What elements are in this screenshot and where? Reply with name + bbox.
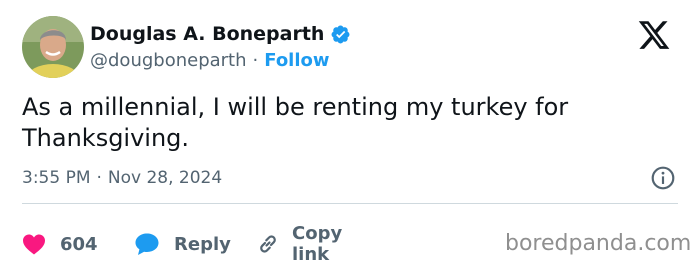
reply-bubble-icon <box>135 233 159 255</box>
watermark: boredpanda.com <box>505 231 692 256</box>
tweet-date: Nov 28, 2024 <box>107 168 223 188</box>
tweet-timestamp[interactable]: 3:55 PM · Nov 28, 2024 <box>22 165 222 191</box>
link-icon <box>260 235 276 253</box>
follow-button[interactable]: Follow <box>264 50 329 71</box>
tweet-card: Douglas A. Boneparth @dougboneparth · Fo… <box>0 0 700 265</box>
tweet-text: As a millennial, I will be renting my tu… <box>22 93 569 152</box>
info-icon[interactable] <box>650 165 676 191</box>
reply-button[interactable]: Reply <box>134 229 231 259</box>
divider <box>22 203 678 204</box>
copy-link-button[interactable]: Copy link <box>256 223 342 265</box>
verified-badge-icon <box>330 24 351 45</box>
handle-separator: · <box>252 49 259 71</box>
author-handle-row: @dougboneparth · Follow <box>90 47 330 73</box>
heart-icon <box>23 234 45 255</box>
like-button[interactable]: 604 <box>22 229 98 259</box>
author-display-name[interactable]: Douglas A. Boneparth <box>90 23 324 45</box>
timestamp-separator: · <box>96 168 102 188</box>
copy-link-label: Copy link <box>292 223 343 265</box>
tweet-time: 3:55 PM <box>22 168 91 188</box>
author-handle[interactable]: @dougboneparth <box>90 50 247 71</box>
reply-label: Reply <box>174 233 231 255</box>
avatar[interactable] <box>22 16 84 78</box>
x-logo-icon[interactable] <box>636 18 672 52</box>
like-count: 604 <box>60 233 98 255</box>
avatar-photo <box>22 16 84 78</box>
author-name-row: Douglas A. Boneparth <box>90 20 351 48</box>
